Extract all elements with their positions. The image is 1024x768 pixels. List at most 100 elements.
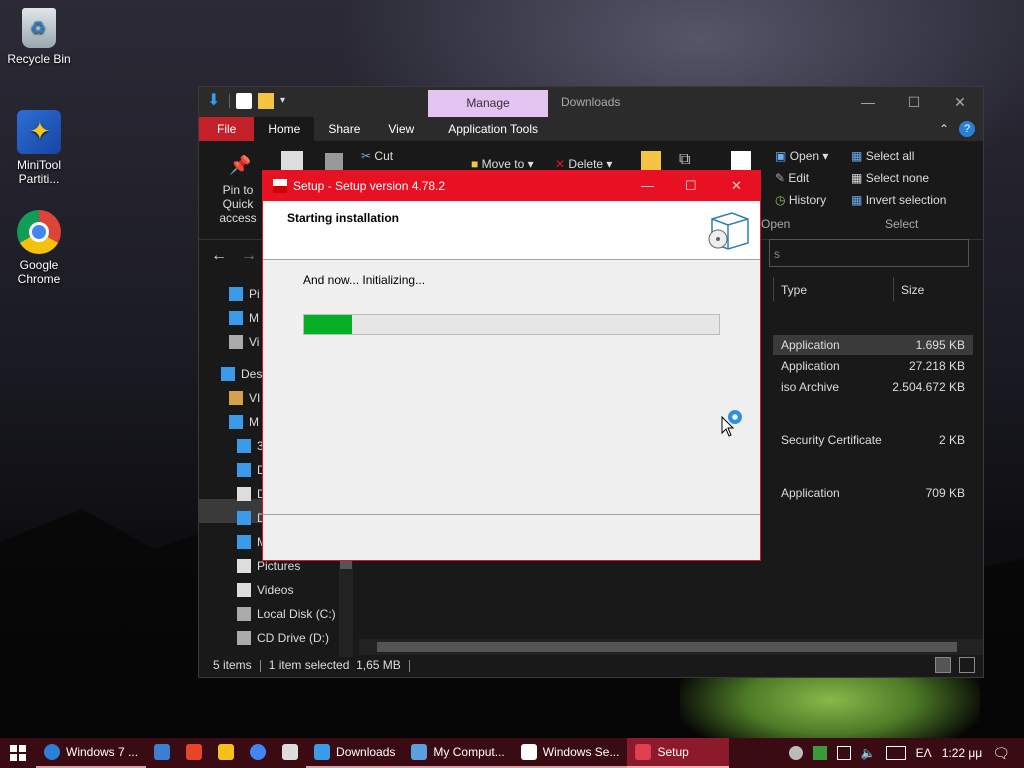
taskbar-item-shield[interactable]: Windows Se... <box>512 738 628 768</box>
download-icon[interactable]: ⬇ <box>207 93 223 109</box>
tree-item-label: Local Disk (C:) <box>257 607 336 621</box>
column-divider[interactable] <box>893 277 894 301</box>
taskbar-item-maps[interactable] <box>178 738 210 768</box>
desktop-icon-recycle-bin[interactable]: Recycle Bin <box>2 8 76 66</box>
scrollbar-thumb[interactable] <box>377 642 957 652</box>
skype-icon[interactable] <box>788 746 803 760</box>
pin-to-quick-access-button[interactable]: Pin to Quick access <box>207 183 269 225</box>
setup-titlebar[interactable]: Setup - Setup version 4.78.2 — ☐ ✕ <box>263 171 760 201</box>
tree-item[interactable]: Pi <box>229 287 260 301</box>
maximize-button[interactable]: ☐ <box>891 87 937 117</box>
minimize-button[interactable]: — <box>641 171 654 201</box>
tree-item[interactable]: M <box>229 415 259 429</box>
properties-icon[interactable] <box>236 93 252 109</box>
forward-arrow-icon[interactable]: → <box>241 247 257 265</box>
setup-dialog[interactable]: Setup - Setup version 4.78.2 — ☐ ✕ Start… <box>262 170 761 561</box>
close-button[interactable]: ✕ <box>937 87 983 117</box>
tree-item[interactable]: Local Disk (C:) <box>237 607 336 621</box>
volume-icon[interactable]: 🔈 <box>861 746 876 760</box>
cut-button[interactable]: ✂ Cut <box>361 149 393 163</box>
file-row[interactable]: Application 709 KB <box>773 483 973 503</box>
search-box[interactable]: s <box>769 239 969 267</box>
tree-item-icon <box>237 463 251 477</box>
tree-item-icon <box>237 583 251 597</box>
file-row[interactable]: Application 27.218 KB <box>773 356 973 376</box>
select-none-label: Select none <box>865 171 930 185</box>
file-row[interactable]: Security Certificate 2 KB <box>773 430 973 450</box>
status-bar: 5 items 1 item selected 1,65 MB <box>199 653 983 677</box>
edit-label: Edit <box>788 171 810 185</box>
tree-item-icon <box>237 631 251 645</box>
clock[interactable]: 1:22 μμ <box>942 746 983 760</box>
select-all-button[interactable]: ▦ Select all <box>851 149 914 163</box>
move-to-button[interactable]: ■ Move to ▾ <box>471 157 534 171</box>
tab-view[interactable]: View <box>374 117 428 141</box>
history-label: History <box>788 193 827 207</box>
close-button[interactable]: ✕ <box>731 171 742 201</box>
taskbar-item-store[interactable] <box>210 738 242 768</box>
tree-item[interactable]: Videos <box>237 583 293 597</box>
tab-manage[interactable]: Manage <box>428 90 548 117</box>
tab-file[interactable]: File <box>199 117 255 141</box>
open-button[interactable]: ▣ Open ▾ <box>775 149 828 163</box>
notifications-icon[interactable]: 🗨 <box>992 745 1010 762</box>
column-header-size[interactable]: Size <box>901 283 924 297</box>
tab-share[interactable]: Share <box>314 117 374 141</box>
file-size: 1.695 KB <box>915 338 965 352</box>
help-icon[interactable]: ? <box>959 121 975 137</box>
tree-item[interactable]: M <box>229 311 259 325</box>
select-none-button[interactable]: ▦ Select none <box>851 171 929 185</box>
tree-item-label: Pi <box>249 287 260 301</box>
file-row[interactable]: iso Archive 2.504.672 KB <box>773 377 973 397</box>
file-row[interactable]: Application 1.695 KB <box>773 335 973 355</box>
desktop-icon-minitool[interactable]: MiniTool Partiti... <box>2 110 76 186</box>
new-folder-icon[interactable] <box>258 93 274 109</box>
delete-button[interactable]: ✕ Delete ▾ <box>555 157 612 171</box>
tree-item-label: M <box>249 415 259 429</box>
keyboard-icon[interactable] <box>885 746 906 760</box>
system-tray: 🔈 ΕΛ 1:22 μμ 🗨 <box>788 738 1024 768</box>
explorer-titlebar[interactable]: ⬇ ▾ Manage Downloads — ☐ ✕ <box>199 87 983 117</box>
network-icon[interactable] <box>836 746 851 760</box>
tree-item-icon <box>229 311 243 325</box>
chevron-down-icon[interactable]: ▾ <box>280 93 296 109</box>
maximize-button[interactable]: ☐ <box>685 171 697 201</box>
installer-box-icon <box>708 212 749 250</box>
select-group-label: Select <box>885 217 919 231</box>
edit-button[interactable]: ✎ Edit <box>775 171 809 185</box>
details-view-icon[interactable] <box>935 657 951 673</box>
desktop-icon-chrome[interactable]: Google Chrome <box>2 210 76 286</box>
defender-icon[interactable] <box>812 746 827 760</box>
tree-item[interactable]: Vi <box>229 335 259 349</box>
tree-item[interactable]: Pictures <box>237 559 300 573</box>
taskbar-item-app[interactable] <box>146 738 178 768</box>
large-icons-view-icon[interactable] <box>959 657 975 673</box>
chevron-up-icon[interactable]: ⌃ <box>939 122 949 136</box>
taskbar-item-computer[interactable]: My Comput... <box>403 738 513 768</box>
taskbar-item-download[interactable]: Downloads <box>306 738 404 768</box>
tree-item[interactable]: Des <box>221 367 262 381</box>
start-button[interactable] <box>0 738 36 768</box>
tree-item-label: Pictures <box>257 559 301 573</box>
language-indicator[interactable]: ΕΛ <box>916 746 932 760</box>
chrome-icon <box>250 744 267 760</box>
new-item-icon[interactable]: ⧉ <box>679 151 690 169</box>
taskbar: Windows 7 ... Downloads My Comput... Window… <box>0 738 1024 768</box>
tree-item[interactable]: 3 <box>237 439 264 453</box>
taskbar-item-settings[interactable] <box>274 738 306 768</box>
minimize-button[interactable]: — <box>845 87 891 117</box>
setup-footer-divider <box>263 514 760 515</box>
history-button[interactable]: ◷ History <box>775 193 826 207</box>
column-header-type[interactable]: Type <box>781 283 807 297</box>
invert-selection-button[interactable]: ▦ Invert selection <box>851 193 946 207</box>
tab-application-tools[interactable]: Application Tools <box>434 117 552 141</box>
taskbar-item-chrome[interactable] <box>242 738 274 768</box>
back-arrow-icon[interactable]: ← <box>211 247 227 265</box>
window-title: Downloads <box>561 95 621 109</box>
taskbar-item-setup[interactable]: Setup <box>627 738 730 768</box>
column-divider[interactable] <box>773 277 774 301</box>
tree-item[interactable]: CD Drive (D:) <box>237 631 329 645</box>
tab-home[interactable]: Home <box>254 117 315 141</box>
tree-item[interactable]: VI <box>229 391 260 405</box>
taskbar-item-edge[interactable]: Windows 7 ... <box>36 738 147 768</box>
